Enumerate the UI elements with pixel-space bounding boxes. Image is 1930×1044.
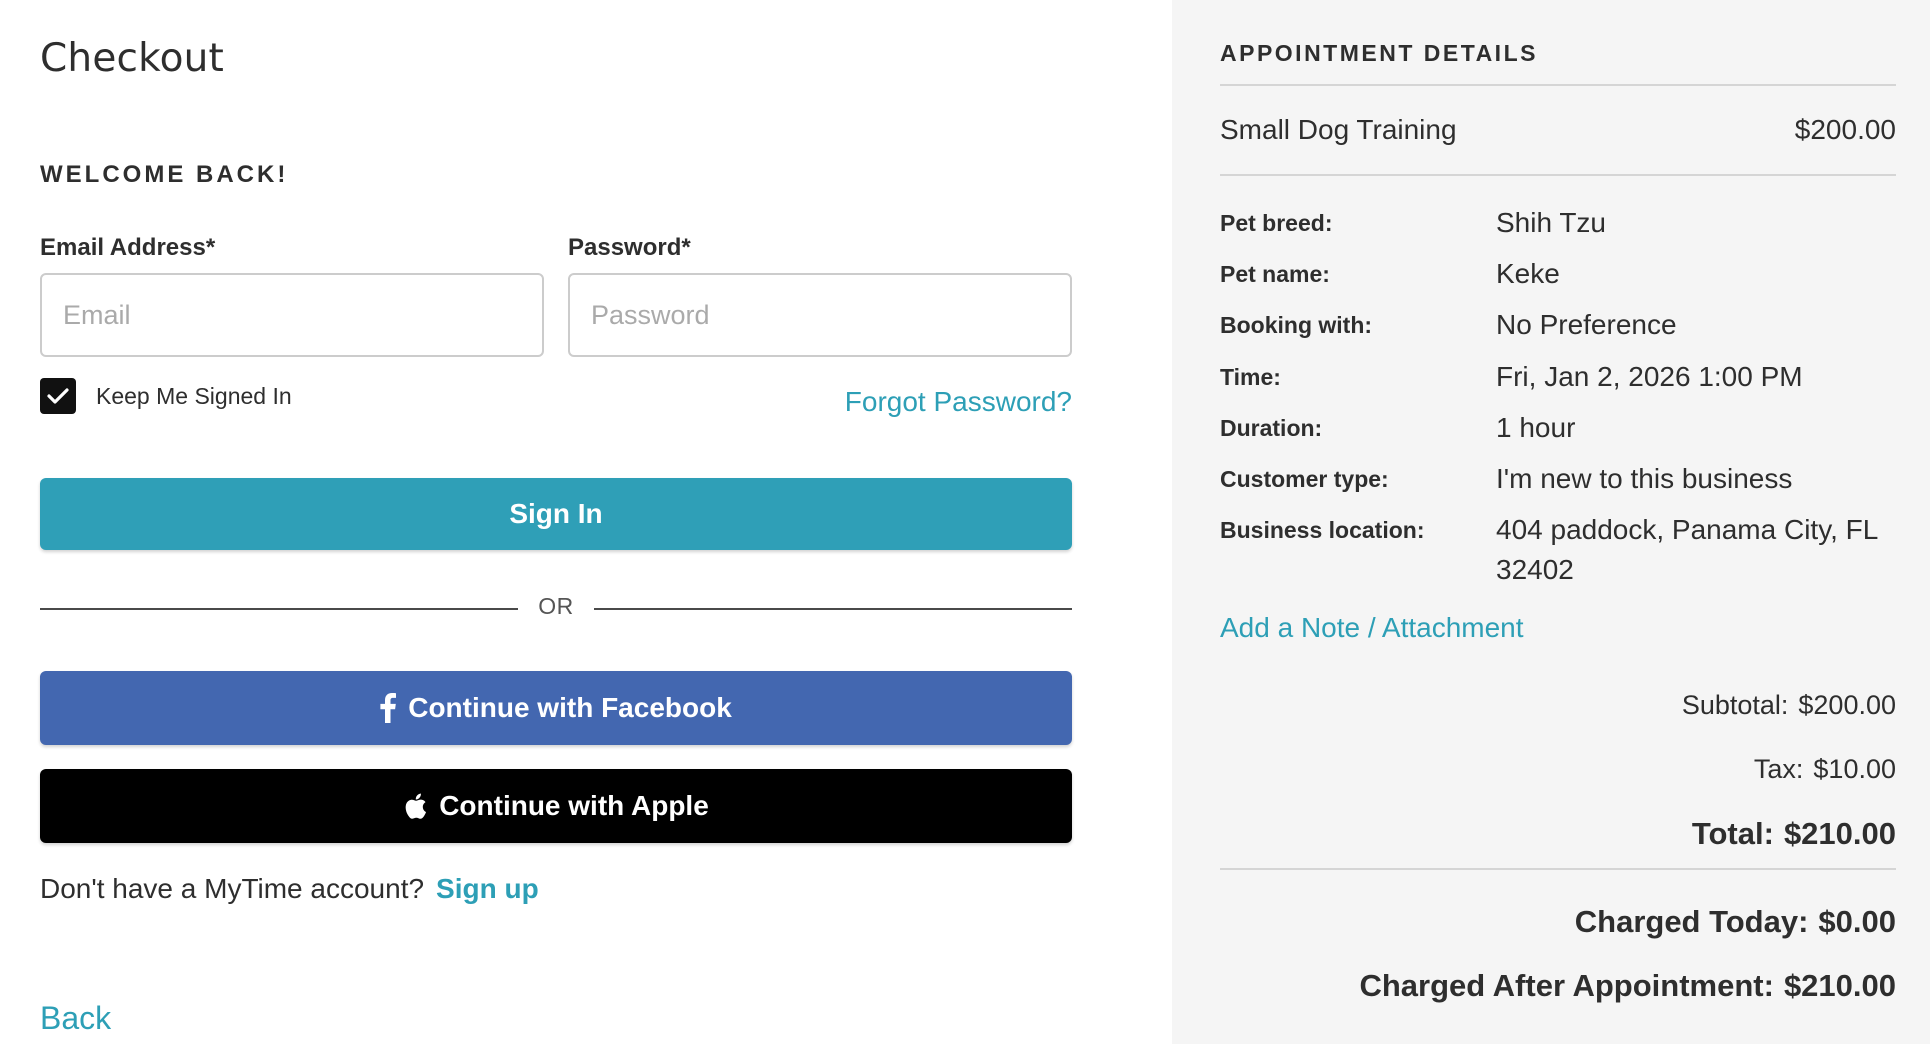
signup-prompt: Don't have a MyTime account? Sign up [40,873,539,905]
detail-value: Shih Tzu [1496,207,1606,238]
charged-today-label: Charged Today: [1574,904,1809,939]
continue-with-apple-button[interactable]: Continue with Apple [40,769,1072,843]
apple-icon [403,792,427,820]
password-input[interactable] [568,273,1072,357]
detail-label: Pet breed: [1220,210,1333,236]
service-price: $200.00 [1794,114,1896,145]
detail-value: 1 hour [1496,412,1576,443]
tax-label: Tax: [1753,754,1804,784]
continue-with-facebook-button[interactable]: Continue with Facebook [40,671,1072,745]
detail-value: Keke [1496,258,1560,289]
forgot-password-link[interactable]: Forgot Password? [845,386,1072,418]
detail-label: Pet name: [1220,261,1330,287]
detail-label: Business location: [1220,517,1425,543]
email-input[interactable] [40,273,544,357]
detail-value: I'm new to this business [1496,463,1793,494]
subtotal-line: Subtotal: $200.00 [1682,690,1896,721]
facebook-icon [380,693,397,723]
page-title: Checkout [40,36,225,81]
charged-after-line: Charged After Appointment: $210.00 [1359,968,1896,1004]
add-note-attachment-link[interactable]: Add a Note / Attachment [1220,612,1524,644]
detail-label: Booking with: [1220,312,1373,338]
apple-button-label: Continue with Apple [439,790,709,821]
checkmark-icon [47,388,69,404]
total-line: Total: $210.00 [1692,816,1896,852]
password-label: Password* [568,234,691,261]
tax-value: $10.00 [1813,754,1896,784]
subtotal-label: Subtotal: [1681,690,1789,720]
divider-service [1220,174,1896,176]
appointment-details-heading: APPOINTMENT DETAILS [1220,40,1538,66]
keep-signed-in-toggle[interactable]: Keep Me Signed In [40,378,292,414]
subtotal-value: $200.00 [1798,690,1896,720]
checkout-signin-panel: Checkout WELCOME BACK! Email Address* Pa… [0,0,1172,1044]
sign-up-link[interactable]: Sign up [436,873,539,904]
sign-in-button-label: Sign In [509,498,603,529]
keep-signed-in-label: Keep Me Signed In [96,382,292,409]
detail-value: 404 paddock, Panama City, FL 32402 [1496,514,1878,585]
no-account-text: Don't have a MyTime account? [40,873,425,904]
divider-totals [1220,868,1896,870]
facebook-button-label: Continue with Facebook [408,692,732,723]
charged-today-line: Charged Today: $0.00 [1575,904,1896,940]
back-link[interactable]: Back [40,1000,111,1037]
or-divider: OR [40,592,1072,624]
divider-top [1220,84,1896,86]
divider-line-left [40,608,518,610]
detail-label: Customer type: [1220,466,1389,492]
welcome-heading: WELCOME BACK! [40,161,289,188]
sign-in-button[interactable]: Sign In [40,478,1072,550]
total-value: $210.00 [1783,816,1896,851]
charged-after-value: $210.00 [1783,968,1896,1003]
divider-or-text: OR [538,593,574,619]
charged-after-label: Charged After Appointment: [1359,968,1774,1003]
appointment-details-panel: APPOINTMENT DETAILS Small Dog Training $… [1172,0,1930,1044]
service-name: Small Dog Training [1220,114,1457,145]
total-label: Total: [1691,816,1774,851]
tax-line: Tax: $10.00 [1754,754,1896,785]
charged-today-value: $0.00 [1818,904,1896,939]
keep-signed-in-checkbox[interactable] [40,378,76,414]
email-label: Email Address* [40,234,216,261]
divider-line-right [594,608,1072,610]
detail-label: Time: [1220,364,1281,390]
detail-label: Duration: [1220,415,1323,441]
detail-value: Fri, Jan 2, 2026 1:00 PM [1496,361,1803,392]
detail-value: No Preference [1496,309,1677,340]
